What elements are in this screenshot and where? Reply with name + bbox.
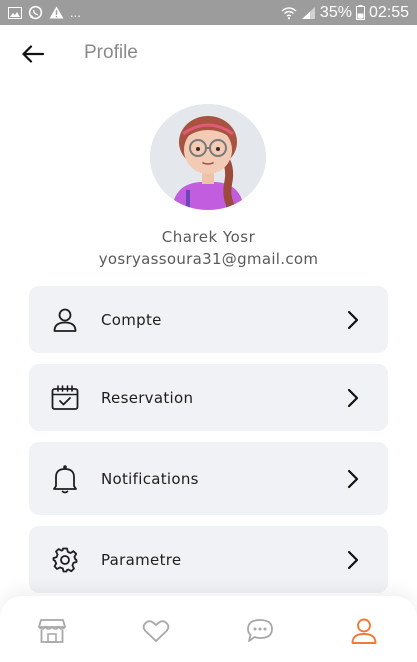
gallery-icon: [8, 6, 22, 19]
arrow-left-icon: [22, 45, 44, 63]
menu-item-reservation[interactable]: Reservation: [29, 364, 388, 431]
heart-icon: [142, 620, 170, 642]
page-title: Profile: [84, 42, 138, 63]
status-time: 02:55: [368, 3, 409, 21]
store-icon: [38, 619, 66, 643]
signal-icon: [301, 6, 316, 20]
bottom-nav: [0, 596, 417, 662]
user-email: yosryassoura31@gmail.com: [98, 250, 319, 268]
back-button[interactable]: [18, 41, 48, 67]
menu-item-notifications[interactable]: Notifications: [29, 442, 388, 515]
user-name: Charek Yosr: [161, 228, 256, 246]
nav-store[interactable]: [35, 616, 69, 646]
menu-label-compte: Compte: [101, 310, 162, 329]
nav-favorites[interactable]: [139, 616, 173, 646]
bell-icon: [50, 464, 80, 494]
warning-icon: [49, 6, 64, 19]
menu-item-parametre[interactable]: Parametre: [29, 526, 388, 593]
chevron-right-icon: [344, 548, 362, 572]
battery-percent: 35%: [319, 3, 352, 21]
status-bar: ... 35% 02:55: [0, 0, 417, 25]
whatsapp-icon: [28, 5, 43, 20]
menu-label-reservation: Reservation: [101, 388, 194, 407]
chevron-right-icon: [344, 386, 362, 410]
header: Profile: [0, 25, 417, 83]
user-icon: [50, 305, 80, 335]
chevron-right-icon: [344, 308, 362, 332]
calendar-check-icon: [50, 383, 80, 413]
menu-label-parametre: Parametre: [101, 550, 182, 569]
gear-icon: [50, 545, 80, 575]
nav-messages[interactable]: [243, 616, 277, 646]
chat-icon: [247, 619, 273, 642]
wifi-icon: [281, 6, 297, 20]
user-icon: [351, 618, 377, 644]
menu-label-notifications: Notifications: [101, 469, 199, 488]
battery-icon: [355, 5, 365, 20]
status-more: ...: [70, 5, 81, 20]
menu-item-compte[interactable]: Compte: [29, 286, 388, 353]
avatar[interactable]: [150, 104, 266, 210]
chevron-right-icon: [344, 467, 362, 491]
nav-profile[interactable]: [347, 616, 381, 646]
